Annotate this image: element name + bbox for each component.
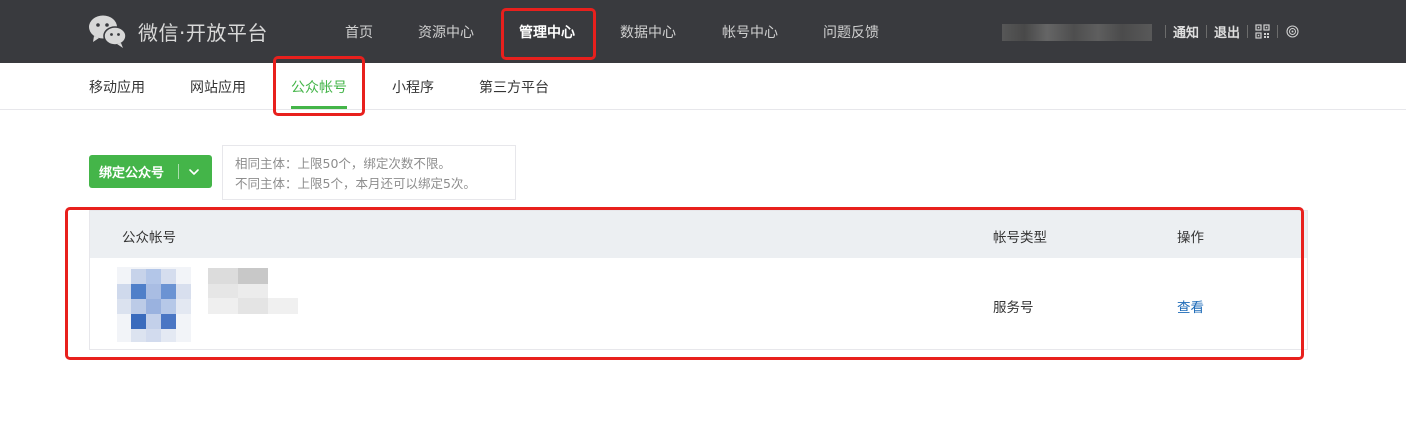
sub-nav: 移动应用 网站应用 公众帐号 小程序 第三方平台 — [0, 63, 1406, 110]
brand-title: 微信·开放平台 — [138, 20, 268, 45]
divider — [1206, 25, 1208, 38]
globe-icon[interactable] — [1285, 24, 1300, 39]
bind-button-label: 绑定公众号 — [99, 166, 165, 181]
column-operations: 操作 — [1177, 230, 1204, 246]
divider — [1165, 25, 1166, 38]
tab-third-party-platform[interactable]: 第三方平台 — [479, 77, 549, 97]
top-bar: 微信·开放平台 首页 资源中心 管理中心 数据中心 帐号中心 问题反馈 通知 退… — [0, 0, 1406, 63]
brand[interactable]: 微信·开放平台 — [88, 13, 268, 49]
tab-official-accounts[interactable]: 公众帐号 — [291, 77, 347, 97]
chevron-down-icon[interactable] — [187, 165, 201, 179]
nav-home[interactable]: 首页 — [345, 22, 373, 42]
column-account-type: 帐号类型 — [993, 230, 1047, 246]
nav-account-center[interactable]: 帐号中心 — [722, 22, 778, 42]
qr-code-icon[interactable] — [1255, 24, 1270, 39]
logout-link[interactable]: 退出 — [1214, 22, 1240, 41]
tab-mobile-apps[interactable]: 移动应用 — [89, 77, 145, 97]
top-links: 通知 退出 — [1158, 22, 1300, 41]
table-row: 服务号 查看 — [90, 258, 1307, 350]
notify-link[interactable]: 通知 — [1173, 22, 1199, 41]
divider — [178, 164, 179, 179]
user-name-blurred[interactable] — [1002, 24, 1152, 41]
view-link[interactable]: 查看 — [1177, 296, 1204, 316]
tab-mini-programs[interactable]: 小程序 — [392, 77, 434, 97]
nav-management-center[interactable]: 管理中心 — [519, 22, 575, 42]
account-type-value: 服务号 — [993, 300, 1034, 316]
column-account: 公众帐号 — [122, 230, 176, 246]
account-name-blurred — [208, 268, 298, 314]
nav-resource-center[interactable]: 资源中心 — [418, 22, 474, 42]
active-tab-indicator — [291, 106, 347, 109]
tab-website-apps[interactable]: 网站应用 — [190, 77, 246, 97]
tip-same-subject: 相同主体：上限50个，绑定次数不限。 — [235, 156, 451, 171]
nav-data-center[interactable]: 数据中心 — [620, 22, 676, 42]
wechat-logo-icon — [89, 15, 127, 48]
account-avatar-blurred — [117, 267, 191, 342]
divider — [1247, 25, 1249, 38]
tip-different-subject: 不同主体：上限5个，本月还可以绑定5次。 — [235, 176, 476, 191]
table-header: 公众帐号 帐号类型 操作 — [90, 211, 1307, 258]
nav-feedback[interactable]: 问题反馈 — [823, 22, 879, 42]
official-accounts-table: 公众帐号 帐号类型 操作 服务号 查看 — [89, 210, 1308, 350]
binding-limit-tip: 相同主体：上限50个，绑定次数不限。 不同主体：上限5个，本月还可以绑定5次。 — [222, 145, 516, 200]
divider — [1277, 25, 1279, 38]
bind-official-account-button[interactable]: 绑定公众号 — [89, 155, 212, 188]
